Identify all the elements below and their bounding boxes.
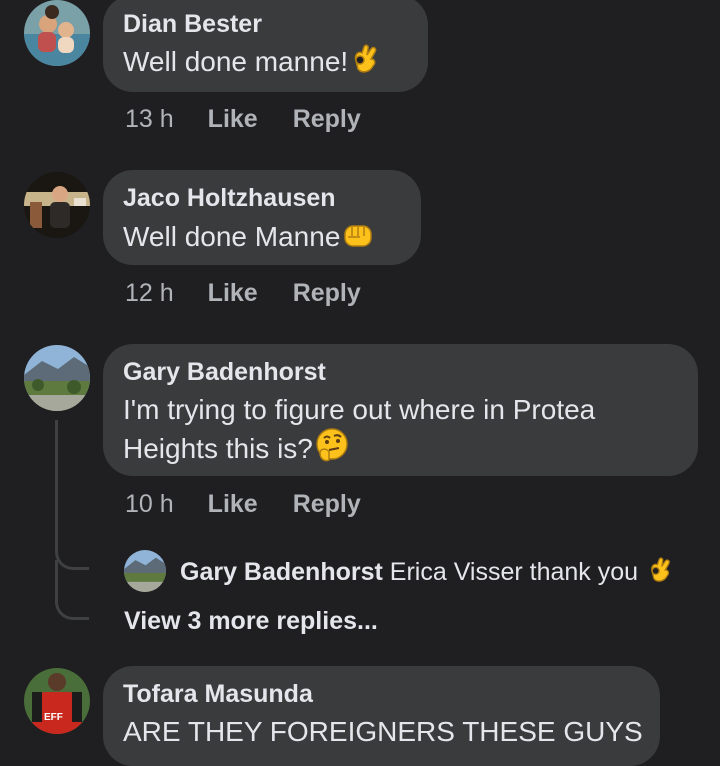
comment-text-content: Heights this is? xyxy=(123,433,313,464)
comment-text: I'm trying to figure out where in Protea… xyxy=(123,391,595,471)
thread-line xyxy=(55,420,58,545)
comment-actions: 13 h Like Reply xyxy=(125,105,361,134)
comment-text: Well done Manne xyxy=(123,218,376,259)
comment-time[interactable]: 10 h xyxy=(125,490,174,519)
comment-text: ARE THEY FOREIGNERS THESE GUYS xyxy=(123,716,643,747)
avatar[interactable] xyxy=(24,345,90,411)
like-button[interactable]: Like xyxy=(208,279,258,308)
avatar[interactable] xyxy=(24,0,90,66)
avatar[interactable] xyxy=(24,172,90,238)
reply-author[interactable]: Gary Badenhorst xyxy=(180,558,383,586)
thread-connector xyxy=(55,560,89,620)
comment-author[interactable]: Tofara Masunda xyxy=(123,680,313,709)
reply-text: Erica Visser thank you xyxy=(389,558,639,586)
comment-author[interactable]: Jaco Holtzhausen xyxy=(123,184,336,213)
comment-bubble: Tofara Masunda ARE THEY FOREIGNERS THESE… xyxy=(103,666,660,766)
ok-hand-icon xyxy=(350,43,380,84)
comment-actions: 12 h Like Reply xyxy=(125,279,361,308)
svg-text:EFF: EFF xyxy=(44,712,63,723)
like-button[interactable]: Like xyxy=(208,490,258,519)
comment-actions: 10 h Like Reply xyxy=(125,490,361,519)
comment-text: Well done manne! xyxy=(123,43,380,84)
reply-button[interactable]: Reply xyxy=(293,105,361,134)
comment-bubble: Jaco Holtzhausen Well done Manne xyxy=(103,170,421,265)
ok-hand-icon xyxy=(647,556,673,591)
comment-bubble: Gary Badenhorst I'm trying to figure out… xyxy=(103,344,698,476)
comment-time[interactable]: 12 h xyxy=(125,279,174,308)
avatar[interactable]: EFF xyxy=(24,668,90,734)
reply-button[interactable]: Reply xyxy=(293,279,361,308)
comment-time[interactable]: 13 h xyxy=(125,105,174,134)
view-more-replies-link[interactable]: View 3 more replies... xyxy=(124,607,378,636)
thinking-face-icon xyxy=(315,428,349,471)
reply-button[interactable]: Reply xyxy=(293,490,361,519)
comment-text-line-2: Heights this is? xyxy=(123,428,595,471)
comment-author[interactable]: Dian Bester xyxy=(123,10,262,39)
like-button[interactable]: Like xyxy=(208,105,258,134)
comment-text-line: I'm trying to figure out where in Protea xyxy=(123,394,596,425)
comment-text-content: Well done manne! xyxy=(123,46,349,77)
comment-text-content: Well done Manne xyxy=(123,221,341,252)
comment-author[interactable]: Gary Badenhorst xyxy=(123,358,326,387)
fist-icon xyxy=(342,220,376,259)
reply-text-row: Gary Badenhorst Erica Visser thank you xyxy=(180,556,673,591)
avatar[interactable] xyxy=(124,550,166,592)
comment-bubble: Dian Bester Well done manne! xyxy=(103,0,428,92)
